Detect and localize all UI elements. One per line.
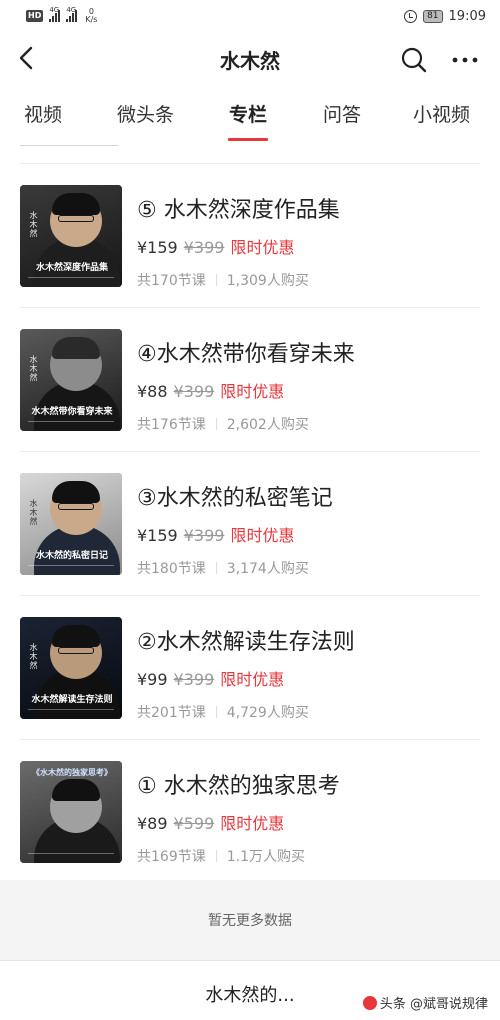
course-title: ⑤ 水木然深度作品集: [137, 198, 340, 223]
buyer-count: 2,602人购买: [226, 417, 309, 433]
promo-label: 限时优惠: [220, 814, 285, 833]
active-tab-indicator: [228, 138, 268, 141]
original-price: ¥399: [183, 526, 225, 545]
battery-icon: 81: [423, 9, 443, 23]
price-row: ¥159 ¥399 限时优惠: [137, 522, 294, 546]
cover-author: 水木然: [29, 643, 38, 670]
lesson-count: 共170节课: [137, 273, 206, 289]
course-item[interactable]: 水木然 水木然深度作品集 ⑤ 水木然深度作品集 ¥159 ¥399 限时优惠 共…: [0, 164, 500, 308]
signal-icon-1: 4G: [49, 6, 61, 22]
cover-title: 水木然的私密日记: [35, 551, 108, 561]
tab-columns[interactable]: 专栏: [229, 100, 267, 127]
cover-title: 水木然深度作品集: [35, 263, 108, 273]
course-item[interactable]: 水木然 水木然带你看穿未来 ④水木然带你看穿未来 ¥88 ¥399 限时优惠 共…: [0, 308, 500, 452]
course-cover: 水木然 水木然解读生存法则: [20, 617, 122, 719]
course-meta: 共170节课 1,309人购买: [137, 270, 309, 290]
price-row: ¥88 ¥399 限时优惠: [137, 378, 284, 402]
course-price: ¥159: [137, 526, 178, 545]
signal-label-2: 4G: [66, 6, 77, 14]
course-meta: 共180节课 3,174人购买: [137, 558, 309, 578]
status-right: 81 19:09: [404, 9, 486, 24]
price-row: ¥89 ¥599 限时优惠: [137, 810, 284, 834]
course-item[interactable]: 水木然 水木然的私密日记 ③水木然的私密笔记 ¥159 ¥399 限时优惠 共1…: [0, 452, 500, 596]
hd-badge: HD: [26, 10, 44, 22]
promo-label: 限时优惠: [230, 238, 295, 257]
course-title: ④水木然带你看穿未来: [137, 342, 355, 367]
net-speed-unit: K/s: [85, 15, 98, 24]
course-title: ① 水木然的独家思考: [137, 774, 340, 799]
page-title: 水木然: [220, 48, 280, 73]
promo-label: 限时优惠: [220, 382, 285, 401]
course-cover: 《水木然的独家思考》: [20, 761, 122, 863]
lesson-count: 共169节课: [137, 849, 206, 865]
alarm-icon: [404, 9, 418, 23]
cover-title: 水木然带你看穿未来: [31, 407, 113, 417]
original-price: ¥399: [183, 238, 225, 257]
bottom-bar[interactable]: 水木然的... 头条 @斌哥说规律: [0, 960, 500, 1020]
course-title: ③水木然的私密笔记: [137, 486, 333, 511]
buyer-count: 4,729人购买: [226, 705, 309, 721]
lesson-count: 共201节课: [137, 705, 206, 721]
search-icon[interactable]: [400, 46, 428, 74]
status-time: 19:09: [448, 8, 486, 24]
more-icon[interactable]: [450, 46, 480, 74]
course-meta: 共201节课 4,729人购买: [137, 702, 309, 722]
cover-title: 水木然解读生存法则: [31, 695, 113, 705]
course-price: ¥88: [137, 382, 168, 401]
buyer-count: 1,309人购买: [226, 273, 309, 289]
course-meta: 共176节课 2,602人购买: [137, 414, 309, 434]
buyer-count: 1.1万人购买: [226, 849, 305, 865]
status-left: HD 4G 4G 0 K/s: [26, 6, 97, 24]
buyer-count: 3,174人购买: [226, 561, 309, 577]
watermark: 头条 @斌哥说规律: [362, 993, 488, 1012]
cover-author: 水木然: [29, 499, 38, 526]
watermark-text: 头条 @斌哥说规律: [379, 997, 488, 1012]
course-cover: 水木然 水木然深度作品集: [20, 185, 122, 287]
cover-author: 水木然: [29, 355, 38, 382]
signal-icon-2: 4G: [66, 6, 78, 22]
course-price: ¥99: [137, 670, 168, 689]
tab-videos[interactable]: 视频: [24, 100, 62, 127]
signal-label-1: 4G: [49, 6, 60, 14]
back-icon[interactable]: [16, 46, 40, 70]
cover-title: 《水木然的独家思考》: [32, 768, 112, 777]
original-price: ¥399: [173, 382, 215, 401]
price-row: ¥99 ¥399 限时优惠: [137, 666, 284, 690]
course-price: ¥89: [137, 814, 168, 833]
cover-author: 水木然: [29, 211, 38, 238]
lesson-count: 共180节课: [137, 561, 206, 577]
original-price: ¥599: [173, 814, 215, 833]
status-bar: HD 4G 4G 0 K/s 81 19:09: [0, 0, 500, 32]
promo-label: 限时优惠: [220, 670, 285, 689]
watermark-logo-icon: [362, 995, 377, 1010]
price-row: ¥159 ¥399 限时优惠: [137, 234, 294, 258]
course-cover: 水木然 水木然带你看穿未来: [20, 329, 122, 431]
tab-qa[interactable]: 问答: [323, 100, 361, 127]
tab-micro-posts[interactable]: 微头条: [117, 100, 174, 127]
course-item[interactable]: 《水木然的独家思考》 ① 水木然的独家思考 ¥89 ¥599 限时优惠 共169…: [0, 740, 500, 884]
course-item[interactable]: 水木然 水木然解读生存法则 ②水木然解读生存法则 ¥99 ¥399 限时优惠 共…: [0, 596, 500, 740]
course-cover: 水木然 水木然的私密日记: [20, 473, 122, 575]
promo-label: 限时优惠: [230, 526, 295, 545]
nav-bar: 水木然: [0, 32, 500, 86]
net-speed: 0 K/s: [85, 8, 97, 24]
tab-short-videos[interactable]: 小视频: [413, 100, 470, 127]
original-price: ¥399: [173, 670, 215, 689]
lesson-count: 共176节课: [137, 417, 206, 433]
course-title: ②水木然解读生存法则: [137, 630, 355, 655]
no-more-data: 暂无更多数据: [0, 880, 500, 960]
no-more-label: 暂无更多数据: [208, 913, 292, 929]
course-meta: 共169节课 1.1万人购买: [137, 846, 305, 866]
tab-bar: 视频 微头条 专栏 问答 小视频: [0, 90, 500, 141]
scroll-remnant: [20, 145, 118, 146]
course-price: ¥159: [137, 238, 178, 257]
